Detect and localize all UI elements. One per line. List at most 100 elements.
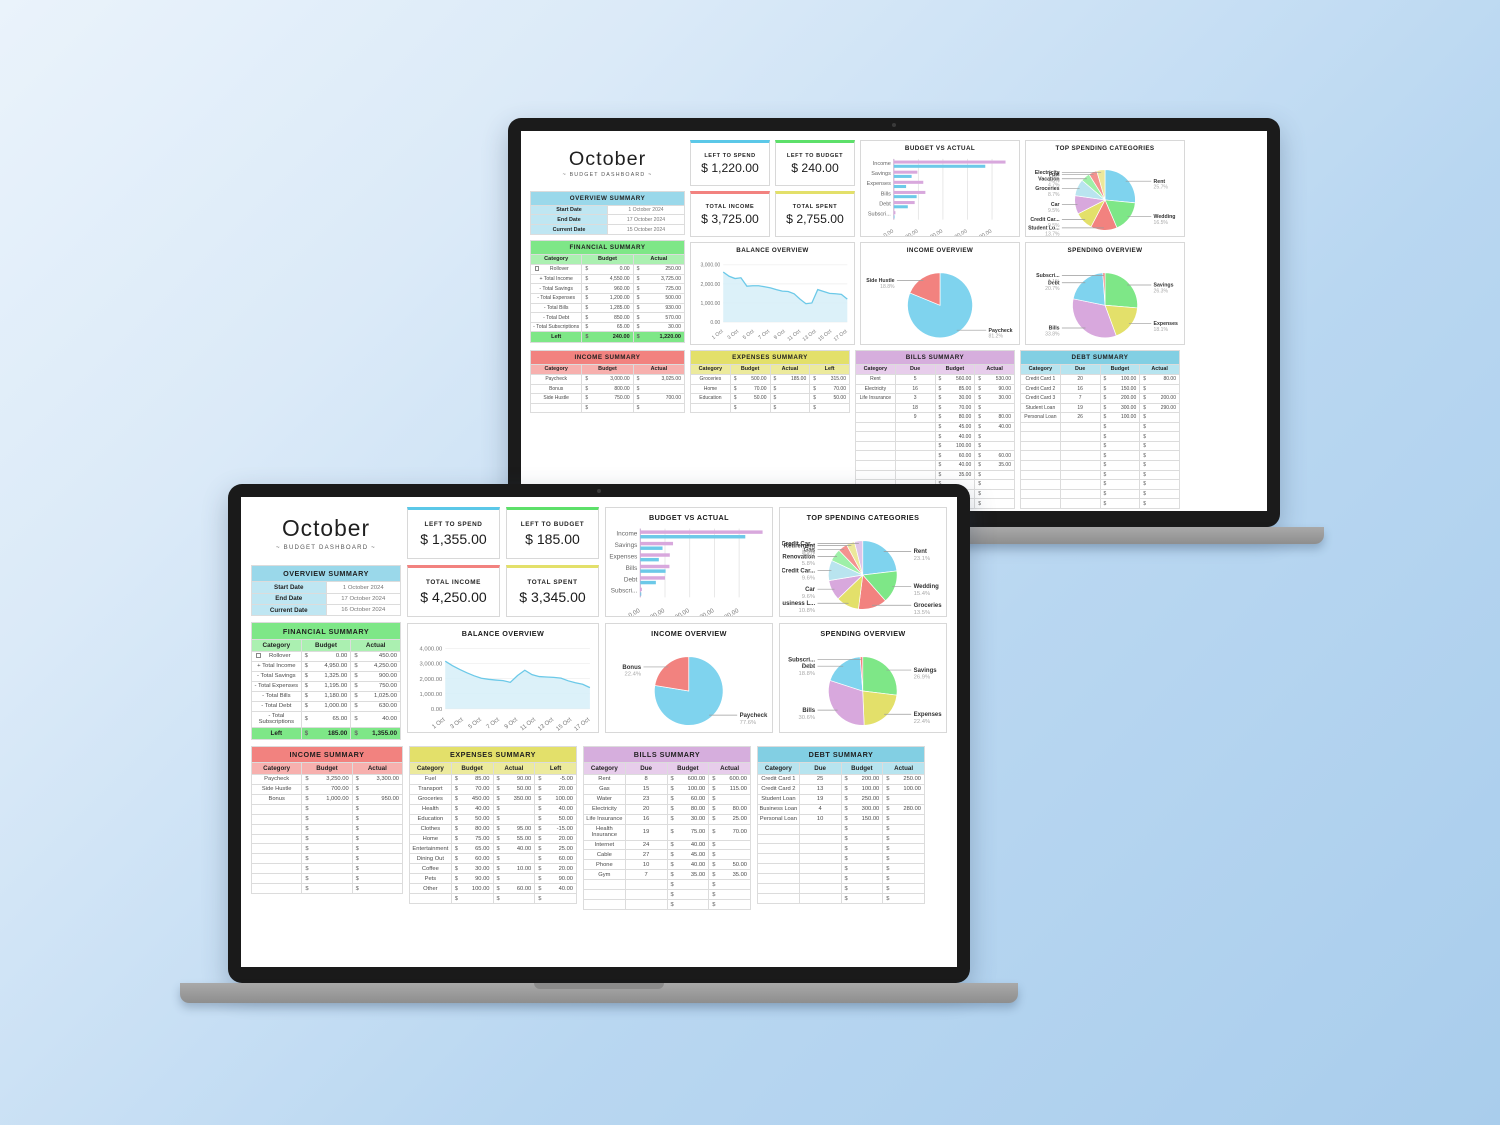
empty-cell [1020,498,1061,509]
column-header: Budget [840,761,884,775]
row-category: Bonus [529,383,583,395]
svg-text:2,000.00: 2,000.00 [923,228,944,236]
money-cell: $70.00 [450,783,494,795]
overview-row-label: Current Date [251,604,327,617]
kpi-card: TOTAL INCOME $ 4,250.00 [407,565,500,617]
money-cell: $40.00 [974,421,1015,433]
financial-row-text: - Total Debt [261,703,292,710]
debt-summary-card: DEBT SUMMARY Category Due Budget Actual Credi… [757,745,925,905]
table-header-row: OVERVIEW SUMMARY [251,564,401,583]
empty-cell [250,833,303,845]
empty-cell [624,889,668,901]
rollover-checkbox[interactable] [535,266,540,271]
empty-money-cell: $ [840,833,884,845]
money-cell: $50.00 [708,859,751,871]
money-value: 70.00 [833,385,846,392]
column-header: Budget [581,363,634,375]
table-row-empty: $$ [757,873,925,885]
empty-cell [798,823,842,835]
empty-cell [250,883,303,895]
kpi-column: LEFT TO SPEND $ 1,355.00 LEFT TO BUDGET $ 1… [407,507,599,740]
column-header: Category [409,761,452,775]
svg-text:9.6%: 9.6% [802,594,815,600]
money-value: 3,725.00 [661,276,681,283]
table-row-empty: $$ [250,843,404,855]
money-value: 95.00 [516,826,532,833]
overview-row-value: 1 October 2024 [325,581,401,594]
empty-cell [757,843,800,855]
money-value: 290.00 [1160,404,1176,411]
money-cell: $4,950.00 [300,660,352,672]
overview-row-label: End Date [251,592,327,606]
money-value: 185.00 [327,729,348,737]
table-row: Groceries $450.00 $350.00 $100.00 [409,793,577,805]
money-value: 200.00 [861,776,880,783]
money-cell: $0.00 [300,650,352,662]
column-header: Due [894,363,936,375]
money-cell: $250.00 [882,773,925,785]
table-row: $40.00 $ [855,431,1015,442]
svg-text:Subscri...: Subscri... [788,658,815,664]
row-category: Personal Loan [1020,412,1061,423]
table-row: - Total Debt $850.00 $570.00 [529,312,686,323]
empty-money-cell: $ [882,883,925,895]
money-cell: $560.00 [934,373,976,385]
empty-money-cell: $ [301,833,353,845]
table-row-empty: $$ [250,883,404,895]
svg-text:11 Oct: 11 Oct [786,328,802,342]
table-header-row: Category Due Budget Actual [1020,363,1180,375]
svg-text:10.8%: 10.8% [799,608,816,614]
money-cell: $100.00 [840,783,884,795]
row-category: Electricity [583,803,626,815]
money-value: 70.00 [958,404,972,411]
money-value: 50.00 [732,861,747,868]
row-due: 24 [624,839,668,851]
money-cell: $570.00 [632,312,686,323]
overview-row-value: 15 October 2024 [607,224,685,236]
kpi-label: TOTAL INCOME [425,578,481,586]
table-header-row: Category Budget Actual [251,638,401,652]
empty-money-cell: $ [666,889,710,901]
table-row: Current Date 15 October 2024 [530,224,685,236]
table-row-empty: $$ [757,853,925,865]
money-value: 570.00 [665,314,681,321]
empty-money-cell: $ [301,883,353,895]
table-row-empty: $$ [1020,488,1180,500]
money-cell: $40.00 [666,859,710,871]
row-due: 16 [894,383,936,395]
money-cell: $1,025.00 [350,690,401,702]
money-value: 50.00 [558,816,573,823]
money-value: 4,950.00 [324,663,348,670]
money-value: 960.00 [613,285,630,292]
money-cell: $3,025.00 [632,373,686,385]
empty-money-cell: $ [769,402,811,414]
table-header-row: Category Budget Actual Left [690,363,850,375]
row-category: Life Insurance [855,393,896,404]
money-cell: $25.00 [534,843,577,855]
table-row-empty: $$ [583,899,751,911]
money-cell: $450.00 [450,793,494,805]
webcam-icon [892,123,896,127]
money-cell: $960.00 [581,283,634,294]
financial-row-text: - Total Expenses [254,683,299,690]
table-row-empty: $$ [250,803,404,815]
kpi-card: LEFT TO SPEND $ 1,355.00 [407,507,500,559]
financial-row-label: - Total Debt [251,700,302,712]
empty-cell [1020,450,1061,461]
table-row: - Total Bills $1,285.00 $930.00 [529,302,686,314]
financial-row-text: Rollover [549,266,569,273]
financial-row-label: Rollover [529,264,583,275]
row-category: Credit Card 3 [1020,393,1061,404]
table-row-empty: $$ [250,853,404,865]
laptop-back-screen: October ~ BUDGET DASHBOARD ~ OVERVIEW SUMM… [521,131,1267,511]
money-cell: $40.00 [534,883,577,895]
money-cell: $35.00 [708,869,751,881]
webcam-icon [597,489,601,493]
table-row-empty: $$ [757,843,925,855]
rollover-checkbox[interactable] [256,653,261,659]
svg-text:18.8%: 18.8% [880,283,895,289]
chart-title: TOP SPENDING CATEGORIES [1055,145,1155,153]
money-cell: $25.00 [708,813,751,825]
table-row: Gym 7 $35.00 $35.00 [583,869,751,881]
empty-cell [757,833,800,845]
